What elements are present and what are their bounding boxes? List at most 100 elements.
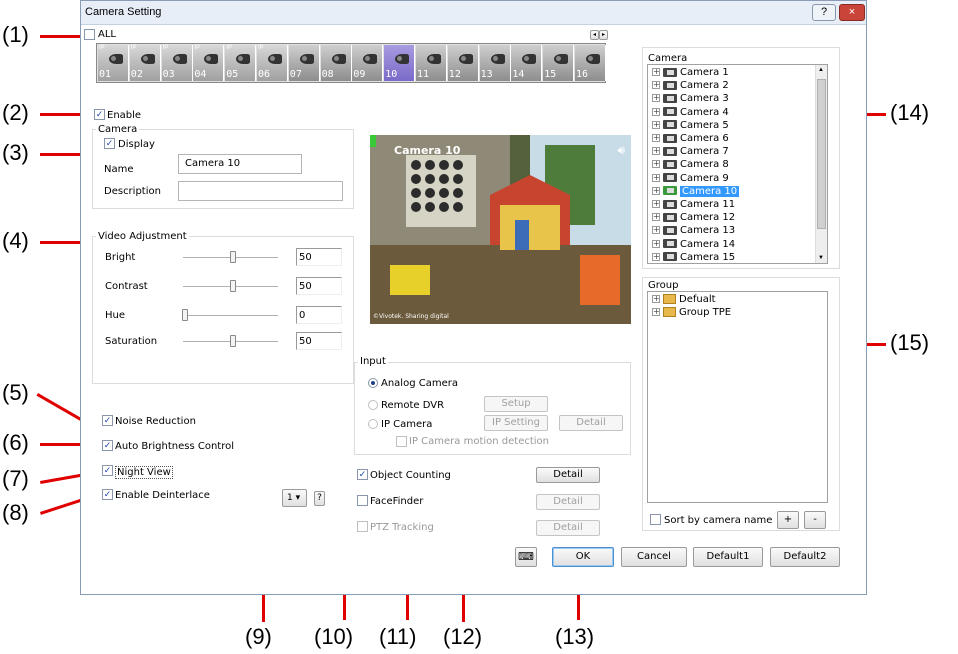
remote-dvr-radio[interactable] <box>368 400 378 410</box>
all-checkbox[interactable] <box>84 29 95 40</box>
ok-button[interactable]: OK <box>552 547 614 567</box>
enable-checkbox[interactable]: ✓ <box>94 109 105 120</box>
camera-tree-item[interactable]: + Camera 15 <box>652 252 735 263</box>
expand-icon[interactable]: + <box>652 147 660 156</box>
scroll-up-icon[interactable]: ▲ <box>818 67 824 73</box>
noise-reduction-checkbox[interactable]: ✓ <box>102 415 113 426</box>
video-adjust-value[interactable]: 50 <box>296 277 342 295</box>
camera-tree-item[interactable]: + Camera 10 <box>652 185 740 200</box>
camera-thumb[interactable]: IP 06 <box>257 45 288 81</box>
ip-motion-checkbox[interactable] <box>396 436 407 447</box>
add-group-button[interactable]: + <box>777 511 799 529</box>
deinterlace-checkbox[interactable]: ✓ <box>102 489 113 500</box>
expand-icon[interactable]: + <box>652 68 660 76</box>
expand-icon[interactable]: + <box>652 107 660 116</box>
analog-camera-radio[interactable] <box>368 378 378 388</box>
expand-icon[interactable]: + <box>652 308 660 316</box>
camera-tree-item[interactable]: + Camera 4 <box>652 107 729 121</box>
ip-detail-button[interactable]: Detail <box>559 415 623 431</box>
slider-thumb[interactable] <box>182 309 188 321</box>
camera-tree-item[interactable]: + Camera 1 <box>652 67 729 81</box>
camera-tree-item[interactable]: + Camera 9 <box>652 173 729 187</box>
camera-tree-item[interactable]: + Camera 2 <box>652 80 729 94</box>
object-counting-detail-button[interactable]: Detail <box>536 467 600 483</box>
camera-thumb[interactable]: IP 02 <box>129 45 161 81</box>
camera-thumb[interactable]: 16 <box>575 45 606 81</box>
ip-camera-radio[interactable] <box>368 419 378 429</box>
keyboard-button[interactable]: ⌨ <box>515 547 537 567</box>
camera-thumb[interactable]: 13 <box>479 45 511 81</box>
camera-thumb[interactable]: IP 03 <box>161 45 193 81</box>
camera-thumb[interactable]: IP 04 <box>193 45 225 81</box>
facefinder-detail-button[interactable]: Detail <box>536 494 600 510</box>
camera-thumb[interactable]: IP 01 <box>98 45 129 81</box>
camera-thumb[interactable]: 14 <box>511 45 543 81</box>
camera-tree-item[interactable]: + Camera 6 <box>652 133 729 147</box>
display-checkbox[interactable]: ✓ <box>104 138 115 149</box>
camera-tree-item[interactable]: + Camera 13 <box>652 225 735 239</box>
cancel-button[interactable]: Cancel <box>621 547 687 567</box>
description-input[interactable] <box>178 181 343 201</box>
group-tree-item[interactable]: + Defualt <box>652 294 716 308</box>
expand-icon[interactable]: + <box>652 295 660 303</box>
camera-thumb[interactable]: 12 <box>447 45 479 81</box>
strip-prev-button[interactable]: ◂ <box>590 30 599 40</box>
deinterlace-select[interactable]: 1 ▾ <box>282 489 307 507</box>
auto-brightness-checkbox[interactable]: ✓ <box>102 440 113 451</box>
camera-tree-item[interactable]: + Camera 5 <box>652 120 729 134</box>
sort-checkbox[interactable] <box>650 514 661 525</box>
camera-thumb[interactable]: 08 <box>320 45 352 81</box>
ptz-detail-button[interactable]: Detail <box>536 520 600 536</box>
group-tree[interactable]: + Defualt + Group TPE <box>647 291 828 503</box>
camera-tree-item[interactable]: + Camera 3 <box>652 93 729 107</box>
slider-track[interactable] <box>183 315 278 316</box>
close-button[interactable]: × <box>839 4 865 21</box>
camera-tree-item[interactable]: + Camera 12 <box>652 212 735 226</box>
question-button[interactable]: ? <box>314 491 325 506</box>
night-view-checkbox[interactable]: ✓ <box>102 465 113 476</box>
expand-icon[interactable]: + <box>652 120 660 129</box>
camera-thumb[interactable]: 10 <box>384 45 416 81</box>
expand-icon[interactable]: + <box>652 252 660 261</box>
speaker-icon[interactable]: 🔊︎ <box>617 143 625 158</box>
ptz-tracking-checkbox[interactable] <box>357 521 368 532</box>
default1-button[interactable]: Default1 <box>693 547 763 567</box>
strip-next-button[interactable]: ▸ <box>599 30 608 40</box>
expand-icon[interactable]: + <box>652 186 660 195</box>
help-button[interactable]: ? <box>812 4 836 21</box>
video-adjust-value[interactable]: 0 <box>296 306 342 324</box>
scroll-down-icon[interactable]: ▼ <box>818 255 824 261</box>
expand-icon[interactable]: + <box>652 226 660 235</box>
camera-tree-item[interactable]: + Camera 14 <box>652 239 735 253</box>
video-adjust-value[interactable]: 50 <box>296 248 342 266</box>
scroll-thumb[interactable] <box>817 79 826 229</box>
ip-setting-button[interactable]: IP Setting <box>484 415 548 431</box>
default2-button[interactable]: Default2 <box>770 547 840 567</box>
slider-thumb[interactable] <box>229 335 236 347</box>
camera-tree-scrollbar[interactable]: ▲ ▼ <box>815 65 827 263</box>
expand-icon[interactable]: + <box>652 200 660 208</box>
expand-icon[interactable]: + <box>652 160 660 169</box>
expand-icon[interactable]: + <box>652 239 660 248</box>
camera-tree[interactable]: ▲ ▼ + Camera 1 + Camera 2 + Camera 3 + Camera 4… <box>647 64 828 264</box>
object-counting-checkbox[interactable]: ✓ <box>357 469 368 480</box>
expand-icon[interactable]: + <box>652 134 660 142</box>
expand-icon[interactable]: + <box>652 81 660 90</box>
camera-thumb[interactable]: 07 <box>288 45 320 81</box>
expand-icon[interactable]: + <box>652 213 660 222</box>
video-adjust-value[interactable]: 50 <box>296 332 342 350</box>
group-tree-item[interactable]: + Group TPE <box>652 307 731 321</box>
camera-thumb[interactable]: 15 <box>543 45 575 81</box>
expand-icon[interactable]: + <box>652 173 660 182</box>
camera-thumb[interactable]: 09 <box>352 45 384 81</box>
name-input[interactable]: Camera 10 <box>178 154 302 174</box>
remove-group-button[interactable]: - <box>804 511 826 529</box>
camera-tree-item[interactable]: + Camera 8 <box>652 159 729 173</box>
slider-thumb[interactable] <box>229 280 236 292</box>
slider-thumb[interactable] <box>229 251 236 263</box>
camera-tree-item[interactable]: + Camera 11 <box>652 199 735 213</box>
expand-icon[interactable]: + <box>652 94 660 103</box>
camera-thumb[interactable]: IP 05 <box>225 45 257 81</box>
facefinder-checkbox[interactable] <box>357 495 368 506</box>
camera-tree-item[interactable]: + Camera 7 <box>652 146 729 160</box>
